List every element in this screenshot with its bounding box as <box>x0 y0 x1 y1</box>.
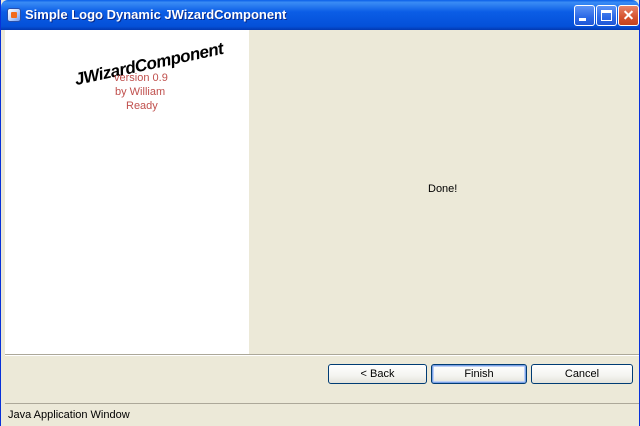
logo-author: by William <box>115 86 166 98</box>
window-title: Simple Logo Dynamic JWizardComponent <box>25 7 287 22</box>
minimize-icon <box>579 18 586 21</box>
close-button[interactable] <box>618 5 639 26</box>
application-window: Simple Logo Dynamic JWizardComponent JWi… <box>0 0 640 426</box>
finish-button[interactable]: Finish <box>431 364 527 384</box>
maximize-icon <box>601 10 612 21</box>
status-bar: Java Application Window <box>5 403 639 426</box>
logo-panel: JWizardComponent version 0.9 by William … <box>5 30 249 354</box>
maximize-button[interactable] <box>596 5 617 26</box>
back-button[interactable]: < Back <box>328 364 427 384</box>
completion-message: Done! <box>428 183 458 195</box>
java-app-icon[interactable] <box>7 8 21 22</box>
button-separator <box>5 354 639 356</box>
logo-version: version 0.9 <box>114 72 168 84</box>
status-bar-text: Java Application Window <box>8 409 130 421</box>
close-icon <box>619 6 638 25</box>
title-bar[interactable]: Simple Logo Dynamic JWizardComponent <box>1 0 639 30</box>
logo-status: Ready <box>126 100 158 112</box>
cancel-button[interactable]: Cancel <box>531 364 633 384</box>
wizard-content-panel: Done! <box>249 30 639 354</box>
minimize-button[interactable] <box>574 5 595 26</box>
